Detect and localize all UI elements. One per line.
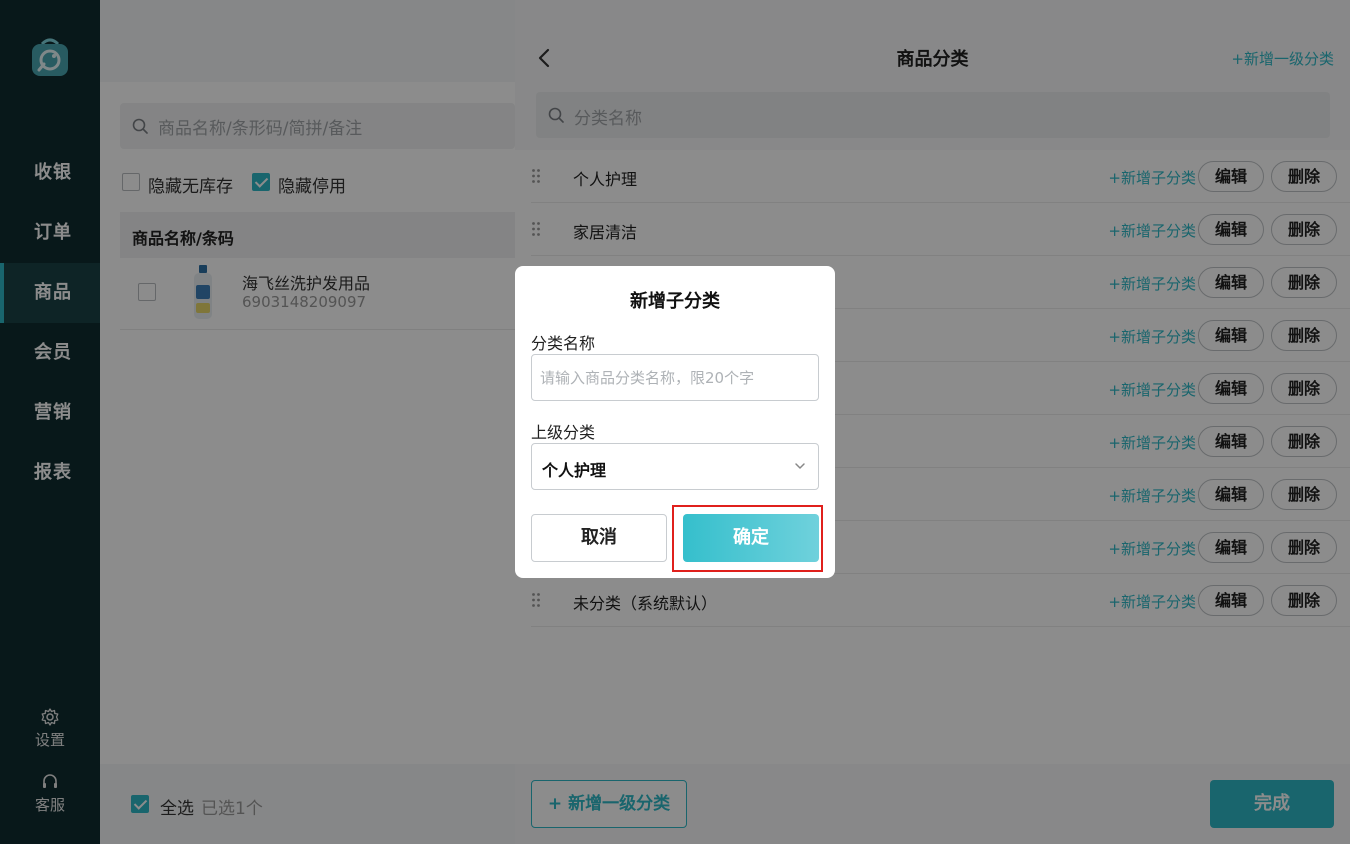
cancel-button[interactable]: 取消	[531, 514, 667, 562]
confirm-button[interactable]: 确定	[683, 514, 819, 562]
category-name-input[interactable]	[531, 354, 819, 401]
category-name-label: 分类名称	[531, 334, 596, 353]
add-subcategory-dialog: 新增子分类 分类名称 上级分类 个人护理 取消 确定	[515, 266, 835, 578]
parent-category-label: 上级分类	[531, 423, 596, 442]
parent-category-value: 个人护理	[542, 461, 607, 480]
dialog-title: 新增子分类	[630, 291, 720, 312]
modal-backdrop-left	[0, 0, 515, 844]
parent-category-select[interactable]: 个人护理	[531, 443, 819, 490]
chevron-down-icon	[795, 463, 805, 469]
